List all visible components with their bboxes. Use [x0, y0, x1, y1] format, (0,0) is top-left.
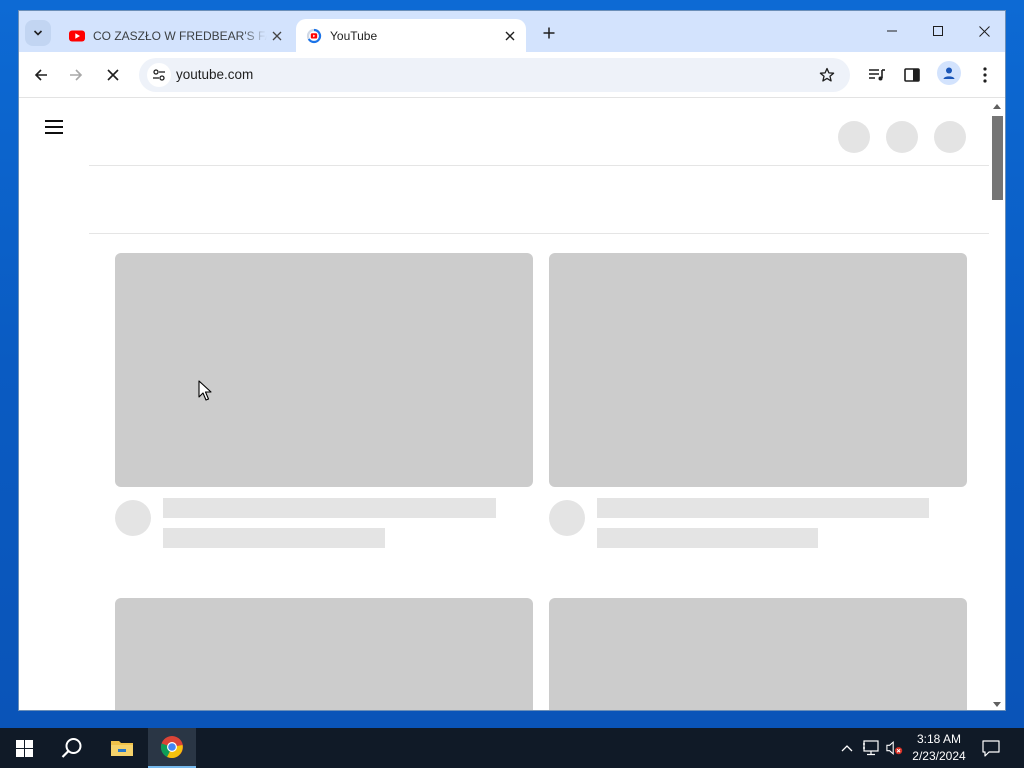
browser-window: CO ZASZŁO W FREDBEAR'S FAMILY DINER YouT…	[18, 10, 1006, 711]
maximize-button[interactable]	[915, 11, 961, 51]
media-controls-button[interactable]	[863, 61, 891, 89]
header-divider	[89, 165, 989, 166]
close-icon	[978, 25, 990, 37]
clock-time: 3:18 AM	[916, 732, 962, 746]
volume-muted-icon	[886, 740, 903, 756]
file-explorer-icon	[111, 741, 133, 756]
profile-button[interactable]	[937, 61, 961, 85]
loading-spinner-icon	[306, 28, 322, 43]
queue-music-icon	[869, 69, 885, 81]
new-tab-button[interactable]	[536, 20, 562, 46]
tab-strip: CO ZASZŁO W FREDBEAR'S FAMILY DINER YouT…	[19, 11, 1005, 52]
minimize-icon	[887, 30, 897, 32]
more-vert-icon	[983, 67, 987, 83]
header-placeholder	[838, 121, 870, 153]
stop-loading-button[interactable]	[99, 61, 127, 89]
youtube-page	[19, 99, 989, 710]
page-scrollbar[interactable]	[989, 99, 1005, 710]
close-window-button[interactable]	[961, 11, 1005, 51]
side-panel-icon	[904, 68, 920, 82]
tab-title: CO ZASZŁO W FREDBEAR'S FAMILY DINER	[93, 28, 267, 43]
close-tab-icon[interactable]	[500, 26, 520, 46]
header-placeholder	[934, 121, 966, 153]
channel-avatar-placeholder	[115, 500, 151, 536]
scroll-up-arrow-icon[interactable]	[993, 104, 1001, 109]
minimize-button[interactable]	[869, 11, 915, 51]
bookmark-button[interactable]	[816, 64, 838, 86]
youtube-icon	[69, 30, 85, 41]
tune-icon	[153, 69, 165, 81]
chips-divider	[89, 233, 989, 234]
tab-fredbear-video[interactable]: CO ZASZŁO W FREDBEAR'S FAMILY DINER	[59, 19, 293, 52]
taskbar-search-button[interactable]	[48, 728, 96, 768]
side-panel-button[interactable]	[898, 61, 926, 89]
url-text[interactable]: youtube.com	[176, 67, 253, 82]
browser-toolbar: youtube.com	[19, 52, 1005, 98]
video-thumbnail-placeholder	[549, 598, 967, 710]
tab-youtube[interactable]: YouTube	[296, 19, 526, 52]
person-icon	[943, 67, 955, 79]
scroll-down-arrow-icon[interactable]	[993, 702, 1001, 707]
network-icon	[863, 740, 879, 756]
maximize-icon	[933, 26, 943, 36]
browser-menu-button[interactable]	[971, 61, 999, 89]
close-tab-icon[interactable]	[267, 26, 287, 46]
channel-avatar-placeholder	[549, 500, 585, 536]
title-placeholder	[597, 498, 929, 518]
address-bar[interactable]: youtube.com	[139, 58, 850, 92]
search-icon	[61, 738, 82, 758]
subtitle-placeholder	[597, 528, 818, 548]
tab-search-button[interactable]	[25, 20, 51, 46]
plus-icon	[543, 27, 555, 39]
notification-icon	[982, 739, 1000, 757]
menu-icon[interactable]	[45, 120, 63, 134]
back-button[interactable]	[27, 61, 55, 89]
back-arrow-icon	[34, 69, 47, 81]
subtitle-placeholder	[163, 528, 385, 548]
video-thumbnail-placeholder	[115, 598, 533, 710]
chrome-taskbar-button[interactable]	[148, 728, 196, 768]
chevron-up-icon	[841, 745, 853, 752]
forward-button[interactable]	[62, 61, 90, 89]
title-placeholder	[163, 498, 496, 518]
taskbar: 3:18 AM 2/23/2024	[0, 728, 1024, 768]
video-thumbnail-placeholder	[115, 253, 533, 487]
stop-loading-icon	[107, 69, 119, 81]
network-button[interactable]	[862, 738, 880, 758]
tab-title: YouTube	[330, 28, 378, 43]
volume-button[interactable]	[886, 738, 904, 758]
chevron-down-icon	[33, 30, 43, 36]
action-center-button[interactable]	[980, 737, 1002, 759]
video-thumbnail-placeholder	[549, 253, 967, 487]
windows-start-icon	[15, 739, 33, 757]
taskbar-clock[interactable]: 3:18 AM 2/23/2024	[906, 731, 972, 765]
chrome-icon	[160, 736, 183, 759]
star-icon	[819, 67, 835, 82]
mouse-cursor-icon	[198, 380, 212, 401]
show-hidden-icons-button[interactable]	[838, 738, 856, 758]
start-button[interactable]	[0, 728, 48, 768]
file-explorer-button[interactable]	[98, 728, 146, 768]
forward-arrow-icon	[70, 69, 83, 81]
header-placeholder	[886, 121, 918, 153]
scrollbar-thumb[interactable]	[992, 116, 1003, 200]
clock-date: 2/23/2024	[912, 749, 966, 763]
site-info-button[interactable]	[147, 63, 171, 87]
